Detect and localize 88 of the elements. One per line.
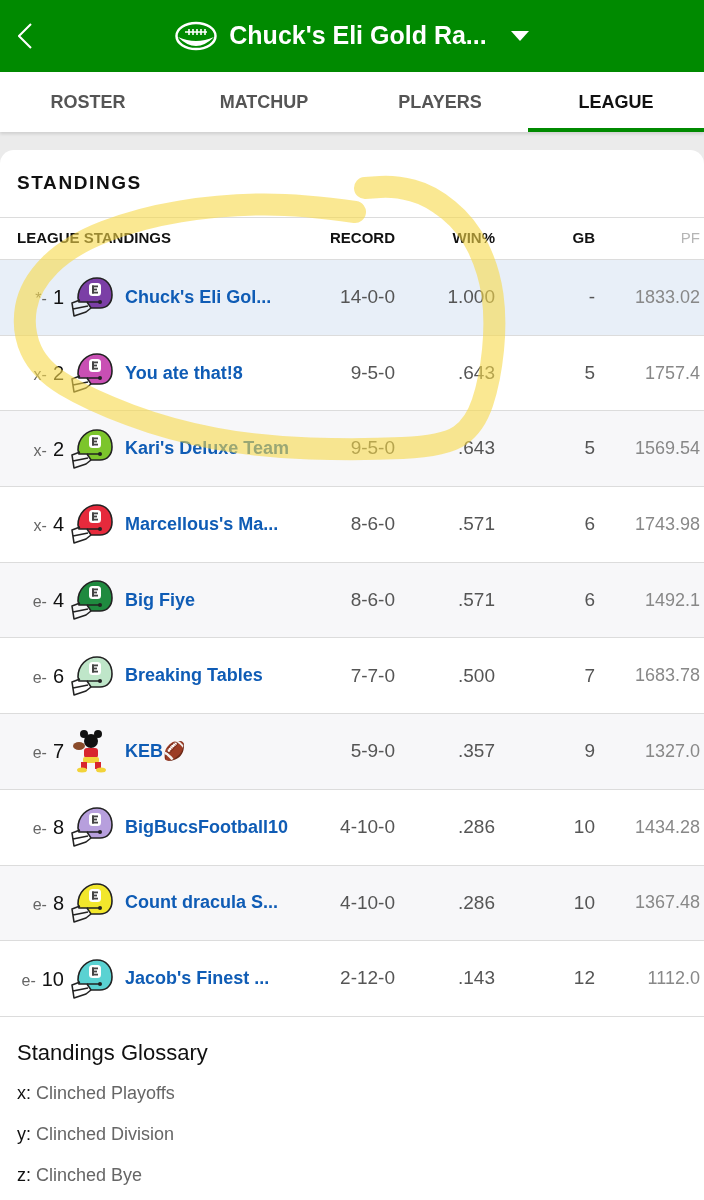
- glossary-key: x:: [17, 1079, 31, 1107]
- win-percentage-cell-text: .286: [458, 890, 495, 915]
- record-cell-text: 9-5-0: [350, 360, 395, 385]
- points-for-cell-text: 1743.98: [634, 512, 701, 536]
- clinch-marker: x-: [33, 440, 47, 461]
- games-back-cell-text: 12: [573, 966, 595, 991]
- record-cell-text: 9-5-0: [350, 436, 395, 461]
- rank-number: 8: [52, 890, 64, 916]
- record-cell-text: 4-10-0: [340, 890, 395, 915]
- clinch-marker: e-: [32, 592, 47, 613]
- glossary-label: Clinched Division: [36, 1122, 175, 1146]
- points-for-cell-text: 1569.54: [634, 437, 701, 461]
- column-header: LEAGUE STANDINGS: [17, 229, 171, 247]
- glossary-key: z:: [17, 1161, 31, 1189]
- team-name-link[interactable]: Jacob's Finest ...: [125, 965, 270, 993]
- games-back-cell-text: 5: [584, 436, 595, 461]
- tab[interactable]: MATCHUP: [176, 72, 352, 132]
- section-title: STANDINGS: [17, 171, 142, 196]
- win-percentage-cell-text: .500: [458, 663, 495, 688]
- tab[interactable]: ROSTER: [0, 72, 176, 132]
- team-name-link[interactable]: Chuck's Eli Gol...: [125, 283, 272, 311]
- games-back-cell-text: 9: [584, 739, 595, 764]
- clinch-marker: *-: [35, 289, 47, 310]
- points-for-cell-text: 1683.78: [634, 664, 701, 688]
- record-cell-text: 8-6-0: [350, 512, 395, 537]
- back-chevron-icon: [18, 23, 32, 49]
- column-header: PF: [680, 229, 700, 247]
- games-back-cell-text: 6: [584, 587, 595, 612]
- team-name-link[interactable]: KEB🏈: [125, 737, 185, 765]
- clinch-marker: e-: [32, 894, 47, 915]
- team-name-link[interactable]: Breaking Tables: [125, 662, 263, 690]
- games-back-cell-text: 10: [573, 890, 595, 915]
- clinch-marker: x-: [33, 365, 47, 386]
- record-cell-text: 14-0-0: [340, 285, 395, 310]
- win-percentage-cell-text: .571: [458, 512, 495, 537]
- record-cell-text: 8-6-0: [350, 587, 395, 612]
- points-for-cell-text: 1434.28: [634, 815, 701, 839]
- clinch-marker: x-: [33, 516, 47, 537]
- win-percentage-cell-text: .643: [458, 436, 495, 461]
- rank-number: 1: [52, 285, 64, 311]
- points-for-cell-text: 1327.0: [644, 739, 701, 763]
- clinch-marker: e-: [32, 819, 47, 840]
- glossary-label: Clinched Bye: [36, 1163, 143, 1187]
- win-percentage-cell-text: .286: [458, 814, 495, 839]
- games-back-cell-text: 5: [584, 360, 595, 385]
- team-name-link[interactable]: Count dracula S...: [125, 889, 279, 917]
- glossary-title: Standings Glossary: [17, 1039, 208, 1068]
- team-name-link[interactable]: BigBucsFootball10: [125, 813, 289, 841]
- tab[interactable]: LEAGUE: [528, 72, 704, 132]
- games-back-cell-text: 6: [584, 512, 595, 537]
- points-for-cell-text: 1367.48: [634, 891, 701, 915]
- clinch-marker: e-: [32, 667, 47, 688]
- clinch-marker: e-: [32, 743, 47, 764]
- points-for-cell-text: 1112.0: [647, 967, 701, 991]
- games-back-cell-text: 10: [573, 814, 595, 839]
- rank-number: 4: [52, 512, 64, 538]
- win-percentage-cell-text: .571: [458, 587, 495, 612]
- points-for-cell-text: 1833.02: [634, 285, 701, 309]
- rank-number: 2: [52, 361, 64, 387]
- football-logo-icon: [175, 21, 218, 51]
- record-cell-text: 5-9-0: [350, 739, 395, 764]
- rank-number: 2: [52, 436, 64, 462]
- record-cell-text: 7-7-0: [350, 663, 395, 688]
- team-name-link[interactable]: Kari's Deluxe Team: [125, 435, 290, 463]
- record-cell-text: 4-10-0: [340, 814, 395, 839]
- glossary-label: Clinched Playoffs: [36, 1081, 175, 1105]
- win-percentage-cell-text: .143: [458, 966, 495, 991]
- rank-number: 7: [52, 739, 64, 765]
- points-for-cell-text: 1492.1: [644, 588, 701, 612]
- team-name-link[interactable]: You ate that!8: [125, 359, 243, 387]
- win-percentage-cell-text: .357: [458, 739, 495, 764]
- record-cell-text: 2-12-0: [340, 966, 395, 991]
- glossary-key: y:: [17, 1120, 31, 1148]
- clinch-marker: e-: [21, 970, 36, 991]
- games-back-cell-text: -: [588, 285, 595, 310]
- tab[interactable]: PLAYERS: [352, 72, 528, 132]
- rank-number: 8: [52, 815, 64, 841]
- points-for-cell-text: 1757.4: [644, 361, 701, 385]
- column-header: RECORD: [330, 229, 395, 247]
- team-name-link[interactable]: Big Fiye: [125, 586, 195, 614]
- team-selector[interactable]: Chuck's Eli Gold Ra...: [175, 17, 529, 55]
- rank-number: 4: [52, 588, 64, 614]
- team-name-link[interactable]: Marcellous's Ma...: [125, 510, 279, 538]
- dropdown-caret-icon: [510, 31, 529, 41]
- rank-number: 6: [52, 663, 64, 689]
- rank-number: 10: [41, 966, 64, 992]
- games-back-cell-text: 7: [584, 663, 595, 688]
- column-header: GB: [572, 229, 595, 247]
